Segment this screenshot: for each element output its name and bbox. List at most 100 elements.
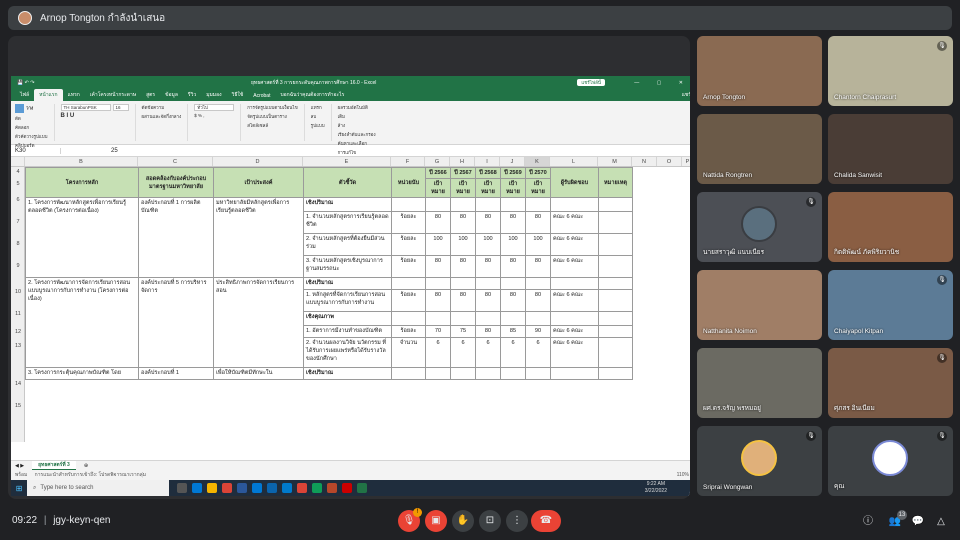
cell[interactable]	[425, 367, 451, 380]
value-cell[interactable]: 75	[450, 325, 476, 338]
header-cell[interactable]: ปี 2568	[475, 167, 501, 179]
cell[interactable]	[500, 197, 526, 212]
participant-tile[interactable]: Natthanita Noimon	[697, 270, 822, 340]
value-cell[interactable]: 6	[450, 337, 476, 368]
cell[interactable]	[550, 311, 599, 326]
subheader-cell[interactable]: เป้าหมาย	[500, 178, 526, 198]
header-cell[interactable]: หน่วยนับ	[391, 167, 426, 198]
merge-center-button[interactable]: ผสานและจัดกึ่งกลาง	[142, 113, 182, 120]
cell[interactable]	[450, 367, 476, 380]
row-number[interactable]: 11	[11, 311, 25, 317]
header-cell[interactable]: ปี 2567	[450, 167, 476, 179]
cell[interactable]	[475, 367, 501, 380]
col-header[interactable]: N	[632, 157, 657, 166]
cell[interactable]	[500, 277, 526, 290]
activities-icon[interactable]: △	[934, 515, 948, 529]
value-cell[interactable]: 6	[500, 337, 526, 368]
windows-start-icon[interactable]: ⊞	[11, 484, 27, 493]
tab-formulas[interactable]: สูตร	[141, 89, 160, 101]
row-number[interactable]: 6	[11, 197, 25, 203]
owner-cell[interactable]: คณะ 6 คณะ	[550, 255, 599, 278]
cell[interactable]	[598, 367, 633, 380]
cell[interactable]	[598, 233, 633, 256]
share-file-button[interactable]: แชร์ไฟล์นี้	[577, 79, 605, 86]
unit-cell[interactable]: ร้อยละ	[391, 325, 426, 338]
more-options-button[interactable]: ⋮	[506, 510, 528, 532]
value-cell[interactable]: 80	[425, 255, 451, 278]
owner-cell[interactable]: คณะ 6 คณะ	[550, 289, 599, 312]
mic-toggle-button[interactable]: 🎙 !	[398, 508, 422, 532]
word-icon[interactable]	[237, 483, 247, 493]
format-painter-button[interactable]: ตัวคัดวางรูปแบบ	[15, 133, 48, 140]
row-number[interactable]: 15	[11, 403, 25, 409]
cell[interactable]	[475, 277, 501, 290]
value-cell[interactable]: 80	[425, 211, 451, 234]
clear-button[interactable]: ล้าง	[338, 122, 376, 129]
indicator-group-cell[interactable]: เชิงปริมาณ	[303, 277, 392, 290]
sort-filter-button[interactable]: เรียงลำดับและกรอง	[338, 131, 376, 138]
col-header[interactable]: O	[657, 157, 682, 166]
wrap-text-button[interactable]: ตัดข้อความ	[142, 104, 182, 111]
tab-page-layout[interactable]: เค้าโครงหน้ากระดาษ	[85, 89, 141, 101]
tab-share[interactable]: แชร์	[677, 89, 690, 101]
cell[interactable]	[598, 325, 633, 338]
indicator-group-cell[interactable]: เชิงปริมาณ	[303, 197, 392, 212]
select-all-corner[interactable]	[11, 157, 25, 166]
col-header[interactable]: G	[425, 157, 450, 166]
tab-data[interactable]: ข้อมูล	[160, 89, 183, 101]
task-view-icon[interactable]	[177, 483, 187, 493]
value-cell[interactable]: 80	[425, 289, 451, 312]
header-cell[interactable]: ตัวชี้วัด	[303, 167, 392, 198]
cell[interactable]	[391, 277, 426, 290]
participant-tile[interactable]: Nattida Rongtren	[697, 114, 822, 184]
project-cell[interactable]: 2. โครงการพัฒนาการจัดการเรียนการสอนแบบบู…	[25, 277, 139, 368]
owner-cell[interactable]: คณะ 6 คณะ	[550, 325, 599, 338]
subheader-cell[interactable]: เป้าหมาย	[450, 178, 476, 198]
indicator-cell[interactable]: 1. อัตราการมีงานทำของบัณฑิต	[303, 325, 392, 338]
col-header[interactable]: D	[213, 157, 303, 166]
number-format-icons[interactable]: $ % ,	[194, 113, 234, 118]
col-header[interactable]: C	[138, 157, 213, 166]
cell[interactable]	[425, 277, 451, 290]
value-cell[interactable]: 6	[425, 337, 451, 368]
format-table-button[interactable]: จัดรูปแบบเป็นตาราง	[247, 113, 297, 120]
value-cell[interactable]: 80	[500, 289, 526, 312]
bold-italic-underline[interactable]: B I U	[61, 113, 129, 119]
col-header[interactable]: M	[598, 157, 632, 166]
paste-button[interactable]: วาง	[15, 104, 48, 113]
meet-icon[interactable]	[312, 483, 322, 493]
cell[interactable]	[550, 277, 599, 290]
present-button[interactable]: ⊡	[479, 510, 501, 532]
cell[interactable]	[391, 367, 426, 380]
value-cell[interactable]: 85	[500, 325, 526, 338]
cell[interactable]	[550, 197, 599, 212]
cell[interactable]	[525, 197, 551, 212]
goal-cell[interactable]: เพื่อให้บัณฑิตมีทักษะใน	[213, 367, 304, 380]
acrobat-icon[interactable]	[342, 483, 352, 493]
participant-tile[interactable]: 🎙 ศุภสร อินเนียม	[828, 348, 953, 418]
value-cell[interactable]: 80	[500, 255, 526, 278]
tab-home[interactable]: หน้าแรก	[34, 89, 63, 101]
value-cell[interactable]: 80	[500, 211, 526, 234]
goal-cell[interactable]: มหาวิทยาลัยมีหลักสูตรเพื่อการเรียนรู้ตลอ…	[213, 197, 304, 278]
cell[interactable]	[525, 311, 551, 326]
cell[interactable]	[598, 289, 633, 312]
tab-acrobat[interactable]: Acrobat	[248, 91, 275, 101]
zoom-level[interactable]: 110%	[677, 470, 689, 480]
sheet-tab-active[interactable]: ยุทธศาสตร์ที่ 3	[32, 460, 76, 471]
indicator-cell[interactable]: 1. จำนวนหลักสูตรการเรียนรู้ตลอดชีวิต	[303, 211, 392, 234]
header-cell[interactable]: หมายเหตุ	[598, 167, 633, 198]
cell[interactable]	[525, 367, 551, 380]
header-cell[interactable]: เป้าประสงค์	[213, 167, 304, 198]
value-cell[interactable]: 80	[475, 325, 501, 338]
subheader-cell[interactable]: เป้าหมาย	[425, 178, 451, 198]
cell[interactable]	[598, 277, 633, 290]
row-number[interactable]: 9	[11, 263, 25, 269]
find-select-button[interactable]: ค้นหาและเลือก	[338, 140, 376, 147]
value-cell[interactable]: 100	[425, 233, 451, 256]
mail-icon[interactable]	[267, 483, 277, 493]
excel-window[interactable]: 💾 ↶ ↷ ยุทธศาสตร์ที่ 3 การยกระดับคุณภาพกา…	[11, 76, 690, 496]
font-name-select[interactable]: TH SarabunPSK	[60, 104, 111, 111]
value-cell[interactable]: 80	[450, 289, 476, 312]
value-cell[interactable]: 100	[525, 233, 551, 256]
